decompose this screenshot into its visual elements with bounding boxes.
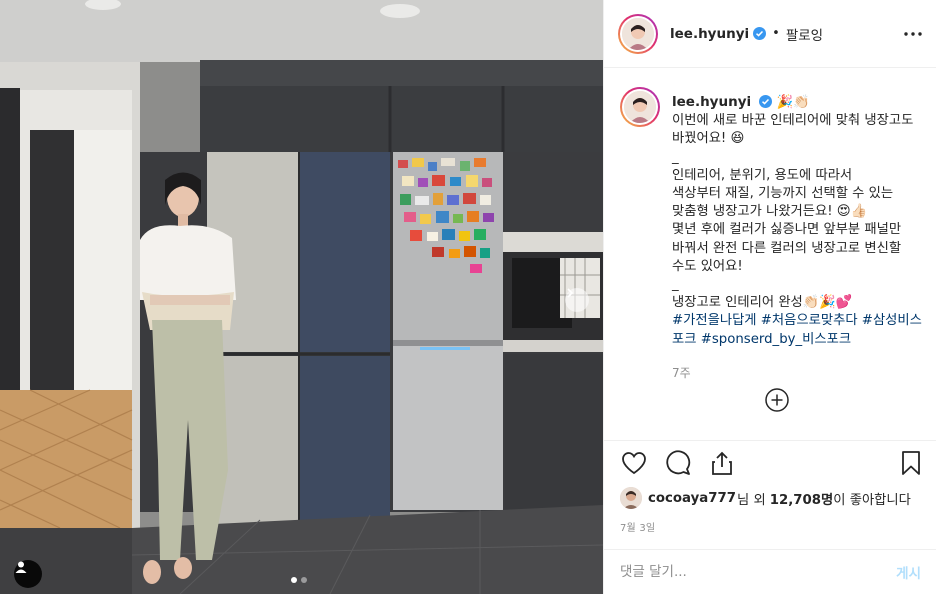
liker-username[interactable]: cocoaya777 bbox=[648, 491, 736, 506]
comments-section: lee.hyunyi 🎉👏🏻 이번에 새로 바꾼 인테리어에 맞춰 냉장고도 바… bbox=[604, 69, 936, 439]
likes-suffix: 님 외 bbox=[737, 492, 766, 508]
carousel-dot-active bbox=[291, 577, 297, 583]
more-options-icon bbox=[904, 32, 922, 36]
post-header: lee.hyunyi • 팔로잉 bbox=[604, 0, 936, 68]
carousel-indicator bbox=[291, 577, 307, 583]
share-icon bbox=[712, 451, 732, 475]
header-separator: • bbox=[772, 26, 780, 41]
heart-icon bbox=[622, 452, 646, 475]
caption-username[interactable]: lee.hyunyi bbox=[672, 94, 751, 110]
verified-badge-icon bbox=[753, 27, 767, 40]
comment-input[interactable] bbox=[620, 564, 897, 580]
plus-circle-icon[interactable] bbox=[764, 387, 790, 413]
save-button[interactable] bbox=[897, 449, 925, 477]
comment-button[interactable] bbox=[664, 449, 692, 477]
add-comment-bar: 게시 bbox=[604, 549, 936, 594]
kitchen-photo-illustration bbox=[0, 0, 603, 594]
caption-hashtags: #가전을나답게 #처음으로맞추다 #삼성비스포크 #sponserd_by_비스… bbox=[672, 312, 923, 348]
post-comment-button[interactable]: 게시 bbox=[896, 562, 921, 582]
share-button[interactable] bbox=[708, 449, 736, 477]
liker-avatar[interactable] bbox=[620, 487, 642, 509]
more-options-button[interactable] bbox=[901, 24, 925, 44]
caption-avatar[interactable] bbox=[620, 87, 660, 127]
user-tag-button[interactable] bbox=[14, 560, 42, 588]
post-actions bbox=[604, 440, 936, 486]
post-photo[interactable] bbox=[0, 0, 603, 594]
bookmark-icon bbox=[902, 451, 920, 475]
carousel-dot bbox=[301, 577, 307, 583]
hashtag-link[interactable]: #처음으로맞추다 bbox=[761, 313, 858, 328]
user-tag-icon bbox=[15, 561, 27, 573]
post-side-panel: lee.hyunyi • 팔로잉 lee.hyunyi 🎉👏🏻 이번에 새로 바… bbox=[603, 0, 936, 594]
avatar-image bbox=[622, 17, 654, 50]
following-button[interactable]: 팔로잉 bbox=[786, 24, 823, 44]
like-button[interactable] bbox=[620, 449, 648, 477]
verified-badge-icon bbox=[759, 95, 773, 108]
comment-icon bbox=[666, 450, 691, 475]
post-author-username[interactable]: lee.hyunyi bbox=[670, 26, 749, 42]
avatar[interactable] bbox=[618, 13, 658, 54]
post-date[interactable]: 7월 3일 bbox=[620, 519, 655, 534]
caption-time-ago: 7주 bbox=[672, 365, 691, 380]
caption-text: 이번에 새로 바꾼 인테리어에 맞춰 냉장고도 바꿨어요! 😆 _ 인테리어, … bbox=[672, 113, 914, 311]
hashtag-link[interactable]: #sponserd_by_비스포크 bbox=[701, 332, 851, 347]
caption: lee.hyunyi 🎉👏🏻 이번에 새로 바꾼 인테리어에 맞춰 냉장고도 바… bbox=[620, 87, 923, 382]
likes-count[interactable]: 12,708명 bbox=[770, 489, 834, 508]
chevron-right-icon bbox=[567, 288, 574, 298]
carousel-next-button[interactable] bbox=[565, 288, 589, 312]
likes-tail: 이 좋아합니다 bbox=[833, 492, 911, 508]
likes-summary: cocoaya777 님 외 12,708명 이 좋아합니다 bbox=[620, 486, 911, 510]
hashtag-link[interactable]: #가전을나답게 bbox=[672, 313, 757, 328]
caption-emoji-head: 🎉👏🏻 bbox=[776, 95, 810, 110]
